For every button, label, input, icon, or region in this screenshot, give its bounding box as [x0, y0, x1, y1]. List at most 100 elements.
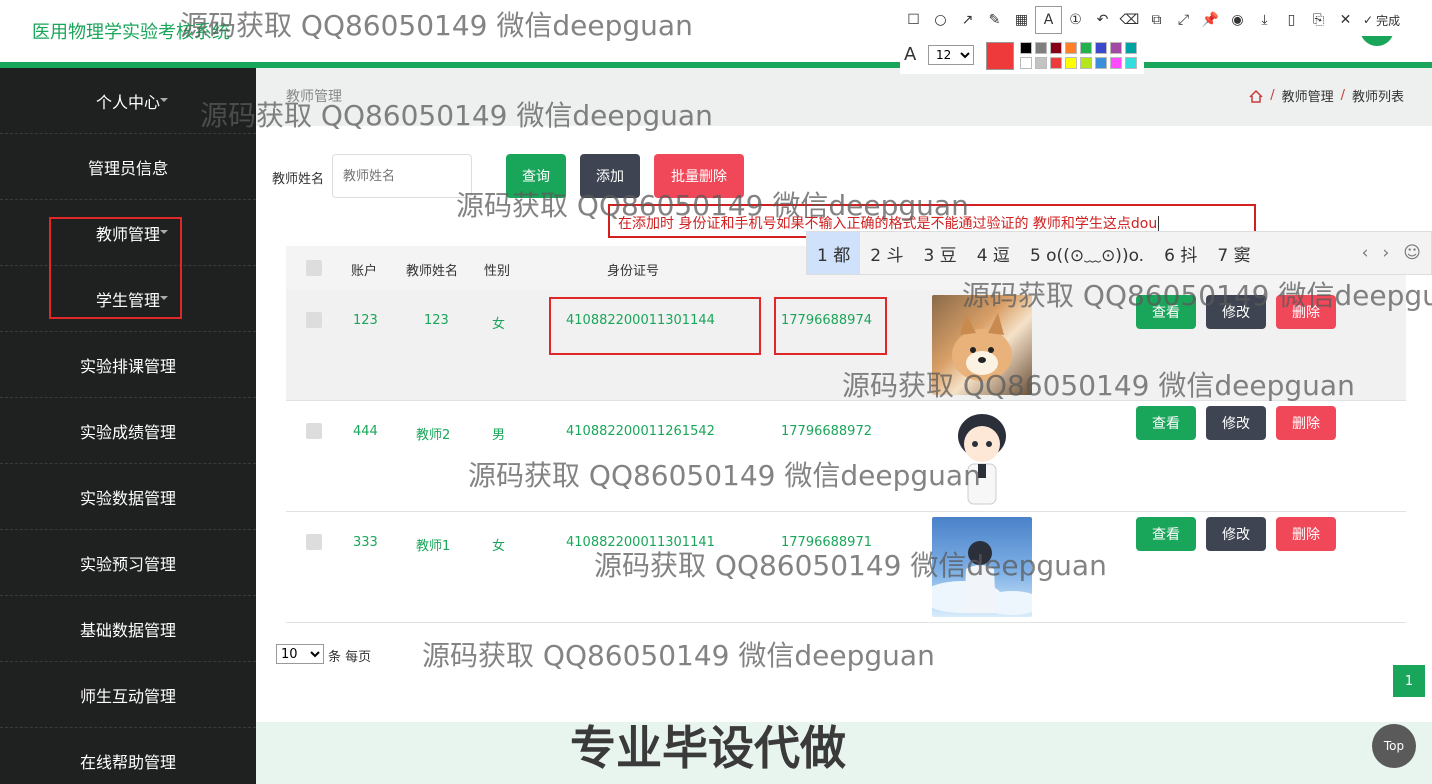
ellipse-icon[interactable]: ○ — [927, 6, 954, 34]
bookmark-icon[interactable]: ⎘ — [1305, 6, 1332, 34]
color-swatch[interactable] — [1080, 57, 1092, 69]
batch-delete-button[interactable]: 批量删除 — [654, 154, 744, 198]
color-swatch[interactable] — [1035, 42, 1047, 54]
cell-id-card: 410882200011261542 — [566, 424, 715, 439]
delete-button[interactable]: 删除 — [1276, 517, 1336, 551]
color-swatch[interactable] — [1065, 57, 1077, 69]
mosaic-icon[interactable]: ▦ — [1008, 6, 1035, 34]
eraser-icon[interactable]: ⌫ — [1116, 6, 1143, 34]
sidebar-item-lab-preview[interactable]: 实验预习管理 — [0, 530, 256, 596]
sidebar-item-label: 实验预习管理 — [79, 554, 176, 574]
text-cursor — [1158, 216, 1160, 232]
ime-candidate[interactable]: 3 豆 — [913, 232, 966, 274]
ime-candidate[interactable]: 2 斗 — [860, 232, 913, 274]
ocr-icon[interactable]: ⧉ — [1143, 6, 1170, 34]
arrow-icon[interactable]: ↗ — [954, 6, 981, 34]
view-button[interactable]: 查看 — [1136, 295, 1196, 329]
teacher-avatar-image — [932, 406, 1032, 506]
annotation-highlight-box — [49, 217, 182, 319]
page-size-select[interactable]: 10 — [276, 644, 324, 664]
color-swatch[interactable] — [1095, 42, 1107, 54]
breadcrumb-item[interactable]: 教师管理 — [1282, 86, 1334, 105]
ime-candidate[interactable]: 7 窦 — [1207, 232, 1260, 274]
teacher-avatar-image — [932, 295, 1032, 395]
color-swatch[interactable] — [1050, 57, 1062, 69]
row-checkbox[interactable] — [306, 312, 322, 328]
select-all-checkbox[interactable] — [306, 260, 322, 276]
annotation-style-bar: A 12 — [900, 36, 1144, 74]
ime-candidate[interactable]: 1 都 — [807, 232, 861, 274]
color-swatch[interactable] — [1095, 57, 1107, 69]
annotation-highlight-box — [549, 297, 761, 355]
annotation-highlight-box — [774, 297, 887, 355]
record-icon[interactable]: ◉ — [1224, 6, 1251, 34]
color-swatch[interactable] — [1080, 42, 1092, 54]
cell-account: 333 — [353, 535, 378, 550]
back-to-top-button[interactable]: Top — [1372, 724, 1416, 768]
font-icon: A — [904, 44, 917, 65]
pencil-icon[interactable]: ✎ — [981, 6, 1008, 34]
font-size-select[interactable]: 12 — [928, 45, 974, 65]
color-swatch[interactable] — [1020, 42, 1032, 54]
ime-nav: ‹ › ☺ — [1362, 243, 1431, 263]
color-swatch[interactable] — [1065, 42, 1077, 54]
sidebar-item-personal-center[interactable]: 个人中心 — [0, 68, 256, 134]
color-swatch[interactable] — [1050, 42, 1062, 54]
color-swatch[interactable] — [1110, 57, 1122, 69]
number-marker-icon[interactable]: ① — [1062, 6, 1089, 34]
sidebar-item-base-data[interactable]: 基础数据管理 — [0, 596, 256, 662]
header-id-card: 身份证号 — [607, 264, 660, 279]
sidebar-item-help[interactable]: 在线帮助管理 — [0, 728, 256, 784]
download-icon[interactable]: ⤓ — [1251, 6, 1278, 34]
cell-phone: 17796688972 — [781, 424, 872, 439]
view-button[interactable]: 查看 — [1136, 406, 1196, 440]
main-content: 教师管理 / 教师管理 / 教师列表 教师姓名 查询 添加 批量删除 账户 教师… — [256, 68, 1432, 784]
home-icon[interactable] — [1249, 89, 1263, 103]
delete-button[interactable]: 删除 — [1276, 295, 1336, 329]
page-size-suffix: 条 每页 — [328, 650, 372, 665]
ime-candidate[interactable]: 4 逗 — [967, 232, 1020, 274]
row-checkbox[interactable] — [306, 534, 322, 550]
text-tool-icon[interactable]: A — [1035, 6, 1062, 34]
cell-gender: 女 — [492, 539, 506, 554]
done-button[interactable]: ✓ 完成 — [1363, 12, 1400, 29]
color-swatch[interactable] — [1125, 42, 1137, 54]
sidebar-item-label: 实验成绩管理 — [79, 422, 176, 442]
row-checkbox[interactable] — [306, 423, 322, 439]
breadcrumb: / 教师管理 / 教师列表 — [1249, 86, 1404, 105]
sidebar-item-lab-schedule[interactable]: 实验排课管理 — [0, 332, 256, 398]
current-color-swatch[interactable] — [986, 42, 1014, 70]
teacher-name-search-input[interactable] — [332, 154, 472, 198]
edit-button[interactable]: 修改 — [1206, 406, 1266, 440]
sidebar-item-lab-grades[interactable]: 实验成绩管理 — [0, 398, 256, 464]
ime-candidate[interactable]: 6 抖 — [1154, 232, 1207, 274]
sidebar-item-lab-data[interactable]: 实验数据管理 — [0, 464, 256, 530]
header-teacher-name: 教师姓名 — [406, 264, 459, 279]
delete-button[interactable]: 删除 — [1276, 406, 1336, 440]
color-swatch[interactable] — [1020, 57, 1032, 69]
chevron-left-icon[interactable]: ‹ — [1362, 243, 1369, 263]
undo-icon[interactable]: ↶ — [1089, 6, 1116, 34]
emoji-icon[interactable]: ☺ — [1403, 243, 1421, 263]
table-row: 333 教师1 女 410882200011301141 17796688971… — [286, 512, 1406, 623]
chevron-right-icon[interactable]: › — [1382, 243, 1389, 263]
color-swatch[interactable] — [1110, 42, 1122, 54]
ime-candidate[interactable]: 5 o((⊙﹏⊙))o. — [1020, 232, 1154, 274]
rectangle-icon[interactable]: ☐ — [900, 6, 927, 34]
sidebar-item-label: 在线帮助管理 — [79, 752, 176, 772]
sidebar-item-interaction[interactable]: 师生互动管理 — [0, 662, 256, 728]
scroll-capture-icon[interactable]: ⤢ — [1170, 6, 1197, 34]
pin-icon[interactable]: 📌 — [1197, 6, 1224, 34]
color-swatch[interactable] — [1125, 57, 1137, 69]
cell-teacher-name: 123 — [424, 313, 449, 328]
query-button[interactable]: 查询 — [506, 154, 566, 198]
view-button[interactable]: 查看 — [1136, 517, 1196, 551]
edit-button[interactable]: 修改 — [1206, 295, 1266, 329]
color-swatch[interactable] — [1035, 57, 1047, 69]
close-icon[interactable]: ✕ — [1332, 6, 1359, 34]
edit-button[interactable]: 修改 — [1206, 517, 1266, 551]
phone-icon[interactable]: ▯ — [1278, 6, 1305, 34]
pagination-page-button[interactable]: 1 — [1393, 665, 1425, 697]
sidebar-item-admin-info[interactable]: 管理员信息 — [0, 134, 256, 200]
add-button[interactable]: 添加 — [580, 154, 640, 198]
